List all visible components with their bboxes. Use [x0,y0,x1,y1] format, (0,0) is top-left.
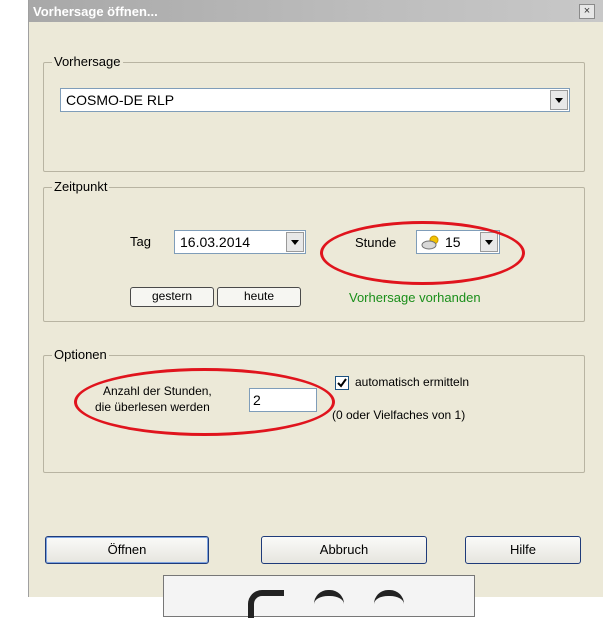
annotation-oval-hour [320,221,525,285]
open-button[interactable]: Öffnen [45,536,209,564]
forecast-group: Vorhersage COSMO-DE RLP [43,54,585,172]
today-button[interactable]: heute [217,287,301,307]
forecast-select-value: COSMO-DE RLP [66,92,175,108]
title-bar[interactable]: Vorhersage öffnen... × [29,0,603,22]
options-legend: Optionen [52,347,109,362]
day-select[interactable]: 16.03.2014 [174,230,306,254]
checkmark-icon [337,378,347,388]
day-label: Tag [130,234,151,249]
help-button[interactable]: Hilfe [465,536,581,564]
close-icon[interactable]: × [579,4,595,19]
open-forecast-dialog: Vorhersage öffnen... × Vorhersage COSMO-… [28,0,603,597]
window-title: Vorhersage öffnen... [33,4,158,19]
cancel-button[interactable]: Abbruch [261,536,427,564]
digit-shape [374,590,404,618]
auto-detect-label[interactable]: automatisch ermitteln [355,375,469,389]
clock-overlay [163,575,475,618]
forecast-legend: Vorhersage [52,54,123,69]
day-select-value: 16.03.2014 [180,234,251,250]
digit-shape [248,590,284,618]
forecast-select[interactable]: COSMO-DE RLP [60,88,570,112]
annotation-oval-skip-hours [74,368,335,436]
digit-shape [314,590,344,618]
chevron-down-icon[interactable] [550,90,568,110]
yesterday-button[interactable]: gestern [130,287,214,307]
time-legend: Zeitpunkt [52,179,110,194]
auto-detect-checkbox[interactable] [335,376,349,390]
forecast-status: Vorhersage vorhanden [349,290,481,305]
chevron-down-icon[interactable] [286,232,304,252]
hours-hint: (0 oder Vielfaches von 1) [332,408,466,422]
